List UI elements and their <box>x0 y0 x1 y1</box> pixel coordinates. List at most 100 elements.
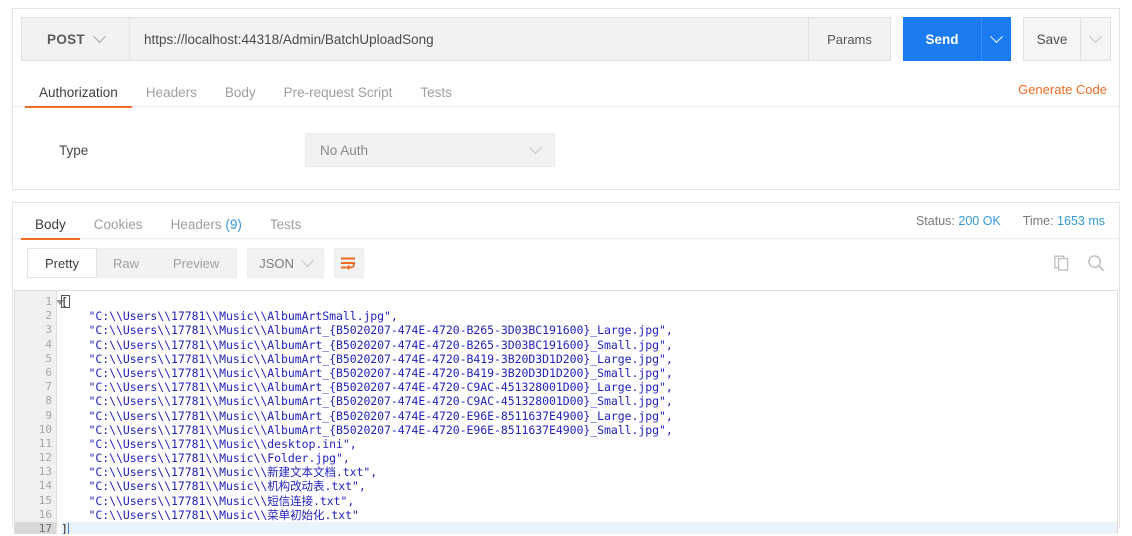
text-cursor <box>68 523 69 534</box>
copy-icon <box>1054 255 1071 272</box>
chevron-down-icon <box>990 30 1003 43</box>
line-number: 17 <box>15 522 56 534</box>
body-format-value: JSON <box>259 256 294 271</box>
response-tab-tests[interactable]: Tests <box>256 218 316 240</box>
time-group: Time: 1653 ms <box>1023 214 1105 228</box>
code-line[interactable]: "C:\\Users\\17781\\Music\\AlbumArt_{B502… <box>61 366 1117 380</box>
response-tabs-row: Body Cookies Headers (9) Tests Status: 200 … <box>13 203 1119 239</box>
response-tab-label: Headers <box>171 217 222 232</box>
code-line[interactable]: "C:\\Users\\17781\\Music\\desktop.ini", <box>61 437 1117 451</box>
chevron-down-icon <box>529 141 542 154</box>
send-button-group: Send <box>903 17 1011 61</box>
request-tab-tests[interactable]: Tests <box>406 86 466 108</box>
request-tabs-row: AuthorizationHeadersBodyPre-request Scri… <box>13 73 1119 107</box>
line-number: 9 <box>15 409 56 423</box>
body-format-select[interactable]: JSON <box>247 248 324 278</box>
code-line[interactable]: "C:\\Users\\17781\\Music\\Folder.jpg", <box>61 451 1117 465</box>
response-tab-label: Cookies <box>94 217 143 232</box>
code-line[interactable]: "C:\\Users\\17781\\Music\\AlbumArt_{B502… <box>61 423 1117 437</box>
auth-type-label: Type <box>59 143 305 158</box>
line-number-gutter: 1234567891011121314151617 <box>15 291 57 534</box>
response-tab-body[interactable]: Body <box>21 218 80 240</box>
line-number: 12 <box>15 451 56 465</box>
save-button-group: Save <box>1023 17 1111 61</box>
code-content[interactable]: [ "C:\\Users\\17781\\Music\\AlbumArtSmal… <box>57 291 1117 534</box>
request-tabs: AuthorizationHeadersBodyPre-request Scri… <box>13 73 1119 107</box>
http-method-selector[interactable]: POST <box>21 17 129 61</box>
response-tab-label: Tests <box>270 217 302 232</box>
auth-type-select[interactable]: No Auth <box>305 133 555 167</box>
word-wrap-toggle[interactable] <box>334 248 364 278</box>
url-bar: POST https://localhost:44318/Admin/Batch… <box>21 17 1111 61</box>
code-line[interactable]: [ <box>61 295 1117 309</box>
search-button[interactable] <box>1087 254 1105 272</box>
line-number: 14 <box>15 479 56 493</box>
chevron-down-icon <box>1089 30 1102 43</box>
line-number: 4 <box>15 338 56 352</box>
code-line[interactable]: "C:\\Users\\17781\\Music\\AlbumArt_{B502… <box>61 394 1117 408</box>
code-line[interactable]: "C:\\Users\\17781\\Music\\短信连接.txt", <box>61 494 1117 508</box>
authorization-pane: Type No Auth <box>13 107 1119 167</box>
status-group: Status: 200 OK <box>916 214 1001 228</box>
bracket-match-highlight <box>61 295 70 308</box>
http-method-label: POST <box>47 32 85 47</box>
view-mode-segmented-control: PrettyRawPreview <box>27 248 237 278</box>
search-icon <box>1087 254 1105 272</box>
response-tab-label: Body <box>35 217 66 232</box>
auth-type-value: No Auth <box>320 143 368 158</box>
status-value: 200 OK <box>958 214 1000 228</box>
chevron-down-icon <box>301 254 314 267</box>
code-line[interactable]: "C:\\Users\\17781\\Music\\AlbumArt_{B502… <box>61 409 1117 423</box>
line-number: 8 <box>15 394 56 408</box>
word-wrap-icon <box>341 257 356 270</box>
line-number: 13 <box>15 465 56 479</box>
params-button[interactable]: Params <box>809 17 891 61</box>
copy-button[interactable] <box>1054 255 1071 272</box>
code-line[interactable]: "C:\\Users\\17781\\Music\\机构改动表.txt", <box>61 479 1117 493</box>
code-line[interactable]: ] <box>61 522 1117 534</box>
request-tab-pre-request-script[interactable]: Pre-request Script <box>270 86 407 108</box>
code-line[interactable]: "C:\\Users\\17781\\Music\\菜单初始化.txt" <box>61 508 1117 522</box>
generate-code-link[interactable]: Generate Code <box>1018 82 1107 97</box>
send-options-button[interactable] <box>981 17 1011 61</box>
request-tab-headers[interactable]: Headers <box>132 86 211 108</box>
save-options-button[interactable] <box>1081 17 1111 61</box>
request-panel: POST https://localhost:44318/Admin/Batch… <box>12 8 1120 190</box>
view-mode-preview[interactable]: Preview <box>156 249 236 277</box>
request-tab-body[interactable]: Body <box>211 86 270 108</box>
status-label: Status: <box>916 214 955 228</box>
line-number: 1 <box>15 295 56 309</box>
chevron-down-icon <box>93 30 106 43</box>
time-label: Time: <box>1023 214 1054 228</box>
line-number: 5 <box>15 352 56 366</box>
response-tab-headers[interactable]: Headers (9) <box>157 218 256 240</box>
request-tab-authorization[interactable]: Authorization <box>25 86 132 108</box>
line-number: 15 <box>15 494 56 508</box>
send-button[interactable]: Send <box>903 17 981 61</box>
line-number: 7 <box>15 380 56 394</box>
code-line[interactable]: "C:\\Users\\17781\\Music\\AlbumArt_{B502… <box>61 352 1117 366</box>
view-mode-pretty[interactable]: Pretty <box>27 248 97 278</box>
time-value: 1653 ms <box>1057 214 1105 228</box>
line-number: 10 <box>15 423 56 437</box>
response-tool-icons <box>1054 254 1105 272</box>
response-body-toolbar: PrettyRawPreview JSON <box>13 239 1119 287</box>
postman-window: POST https://localhost:44318/Admin/Batch… <box>0 0 1132 536</box>
line-number: 16 <box>15 508 56 522</box>
url-input[interactable]: https://localhost:44318/Admin/BatchUploa… <box>129 17 809 61</box>
response-meta: Status: 200 OK Time: 1653 ms <box>916 214 1105 228</box>
response-tab-count: (9) <box>222 217 242 232</box>
line-number: 2 <box>15 309 56 323</box>
code-line[interactable]: "C:\\Users\\17781\\Music\\AlbumArt_{B502… <box>61 338 1117 352</box>
code-line[interactable]: "C:\\Users\\17781\\Music\\新建文本文档.txt", <box>61 465 1117 479</box>
line-number: 6 <box>15 366 56 380</box>
line-number: 11 <box>15 437 56 451</box>
code-line[interactable]: "C:\\Users\\17781\\Music\\AlbumArt_{B502… <box>61 323 1117 337</box>
save-button[interactable]: Save <box>1023 17 1081 61</box>
view-mode-raw[interactable]: Raw <box>96 249 156 277</box>
code-line[interactable]: "C:\\Users\\17781\\Music\\AlbumArt_{B502… <box>61 380 1117 394</box>
response-tab-cookies[interactable]: Cookies <box>80 218 157 240</box>
response-body-editor[interactable]: 1234567891011121314151617 [ "C:\\Users\\… <box>14 290 1118 534</box>
code-line[interactable]: "C:\\Users\\17781\\Music\\AlbumArtSmall.… <box>61 309 1117 323</box>
line-number: 3 <box>15 323 56 337</box>
